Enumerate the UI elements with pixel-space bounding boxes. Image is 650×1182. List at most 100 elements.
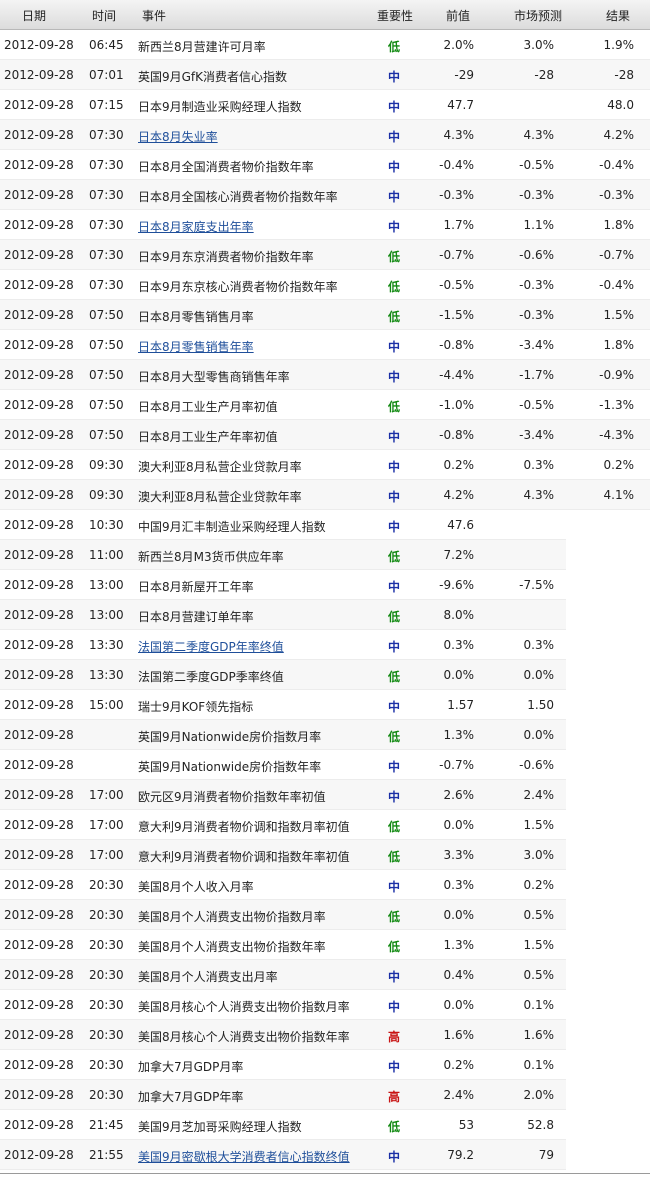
event-date: 2012-09-28 [4, 908, 74, 922]
event-name: 英国9月GfK消费者信心指数 [138, 70, 288, 84]
event-time: 07:50 [89, 338, 124, 352]
event-time: 13:30 [89, 668, 124, 682]
event-date: 2012-09-28 [4, 548, 74, 562]
event-name: 美国9月芝加哥采购经理人指数 [138, 1120, 302, 1134]
event-name: 日本8月大型零售商销售年率 [138, 370, 290, 384]
forecast-value: -0.3% [519, 278, 554, 292]
table-row: 2012-09-28 17:00 意大利9月消费者物价调和指数年率初值 低 3.3% 3.… [0, 840, 566, 870]
event-time: 06:45 [89, 38, 124, 52]
previous-value: 1.7% [443, 218, 475, 232]
result-value: -0.3% [599, 188, 634, 202]
event-link[interactable]: 日本8月失业率 [138, 128, 218, 145]
table-row: 2012-09-28 07:30 日本9月东京消费者物价指数年率 低 -0.7% -0.6… [0, 240, 650, 270]
importance-badge: 中 [388, 970, 401, 984]
previous-value: 0.2% [443, 458, 475, 472]
result-value: 4.2% [603, 128, 635, 142]
event-link[interactable]: 日本8月零售销售年率 [138, 338, 254, 355]
event-time: 17:00 [89, 788, 124, 802]
forecast-value: 2.4% [523, 788, 555, 802]
header-result: 结果 [606, 9, 631, 23]
result-value: 4.1% [603, 488, 635, 502]
importance-badge: 中 [388, 370, 401, 384]
importance-badge: 中 [388, 220, 401, 234]
importance-badge: 中 [388, 1150, 401, 1164]
previous-value: -0.7% [439, 248, 474, 262]
importance-badge: 中 [388, 70, 401, 84]
event-time: 13:00 [89, 608, 124, 622]
result-value: 48.0 [607, 98, 634, 112]
importance-badge: 低 [388, 730, 401, 744]
event-name: 加拿大7月GDP月率 [138, 1060, 244, 1074]
result-value: -4.3% [599, 428, 634, 442]
table-row: 2012-09-28 20:30 美国8月个人消费支出物价指数年率 低 1.3% 1.5% [0, 930, 566, 960]
event-time: 20:30 [89, 1088, 124, 1102]
importance-badge: 低 [388, 1120, 401, 1134]
event-time: 20:30 [89, 968, 124, 982]
previous-value: 7.2% [443, 548, 475, 562]
previous-value: -1.5% [439, 308, 474, 322]
table-row: 2012-09-28 07:50 日本8月工业生产月率初值 低 -1.0% -0.5% -1… [0, 390, 650, 420]
event-time: 17:00 [89, 818, 124, 832]
event-time: 21:55 [89, 1148, 124, 1162]
event-name: 新西兰8月营建许可月率 [138, 40, 266, 54]
event-date: 2012-09-28 [4, 758, 74, 772]
previous-value: 0.0% [443, 998, 475, 1012]
table-row: 2012-09-28 07:30 日本8月失业率 中 4.3% 4.3% 4.2% [0, 120, 650, 150]
event-name: 日本8月营建订单年率 [138, 610, 254, 624]
previous-value: 53 [458, 1118, 474, 1132]
event-name: 日本8月全国消费者物价指数年率 [138, 160, 314, 174]
forecast-value: -0.6% [519, 758, 554, 772]
previous-value: 2.6% [443, 788, 475, 802]
result-value: -28 [614, 68, 634, 82]
forecast-value: -0.5% [519, 158, 554, 172]
previous-value: -0.7% [439, 758, 474, 772]
event-time: 07:50 [89, 398, 124, 412]
importance-badge: 低 [388, 400, 401, 414]
previous-value: 2.4% [443, 1088, 475, 1102]
event-date: 2012-09-28 [4, 518, 74, 532]
table-row: 2012-09-28 11:00 新西兰8月M3货币供应年率 低 7.2% [0, 540, 566, 570]
forecast-value: 3.0% [523, 38, 555, 52]
result-value: -0.4% [599, 278, 634, 292]
event-date: 2012-09-28 [4, 248, 74, 262]
result-value: 1.8% [603, 338, 635, 352]
event-link[interactable]: 日本8月家庭支出年率 [138, 218, 254, 235]
importance-badge: 中 [388, 130, 401, 144]
event-time: 07:50 [89, 368, 124, 382]
event-date: 2012-09-28 [4, 338, 74, 352]
event-name: 日本9月东京消费者物价指数年率 [138, 250, 314, 264]
table-body: 2012-09-28 06:45 新西兰8月营建许可月率低 2.0% 3.0% 1.9% 2… [0, 30, 650, 1170]
event-name: 欧元区9月消费者物价指数年率初值 [138, 790, 326, 804]
event-time: 21:45 [89, 1118, 124, 1132]
event-link[interactable]: 法国第二季度GDP年率终值 [138, 638, 284, 655]
previous-value: 0.0% [443, 818, 475, 832]
forecast-value: 0.3% [523, 458, 555, 472]
table-row: 2012-09-28 21:45 美国9月芝加哥采购经理人指数 低 53 52.8 [0, 1110, 566, 1140]
previous-value: -0.4% [439, 158, 474, 172]
event-time: 07:30 [89, 218, 124, 232]
importance-badge: 中 [388, 490, 401, 504]
event-name: 日本9月东京核心消费者物价指数年率 [138, 280, 338, 294]
table-row: 2012-09-28 07:50 日本8月零售销售月率 低 -1.5% -0.3% 1.5% [0, 300, 650, 330]
table-row: 2012-09-28 13:30 法国第二季度GDP年率终值 中 0.3% 0.3% [0, 630, 566, 660]
forecast-value: 79 [538, 1148, 554, 1162]
header-time: 时间 [92, 9, 117, 23]
previous-value: -0.5% [439, 278, 474, 292]
importance-badge: 低 [388, 940, 401, 954]
event-time: 15:00 [89, 698, 124, 712]
event-name: 美国8月个人消费支出月率 [138, 970, 278, 984]
event-date: 2012-09-28 [4, 668, 74, 682]
table-row: 2012-09-28 09:30 澳大利亚8月私营企业贷款年率 中 4.2% 4.3% 4.… [0, 480, 650, 510]
event-link[interactable]: 美国9月密歇根大学消费者信心指数终值 [138, 1148, 350, 1165]
previous-value: 0.4% [443, 968, 475, 982]
table-row: 2012-09-28 17:00 欧元区9月消费者物价指数年率初值 中 2.6% 2.4% [0, 780, 566, 810]
event-time: 07:30 [89, 278, 124, 292]
event-date: 2012-09-28 [4, 278, 74, 292]
result-value: 1.8% [603, 218, 635, 232]
header-date: 日期 [22, 9, 47, 23]
importance-badge: 中 [388, 190, 401, 204]
table-row: 2012-09-28 20:30 美国8月个人收入月率 中 0.3% 0.2% [0, 870, 566, 900]
forecast-value: 0.3% [523, 638, 555, 652]
table-row: 2012-09-28 21:55 美国9月密歇根大学消费者信心指数终值 中 79.2 79 [0, 1140, 566, 1170]
header-forecast: 市场预测 [514, 9, 563, 23]
